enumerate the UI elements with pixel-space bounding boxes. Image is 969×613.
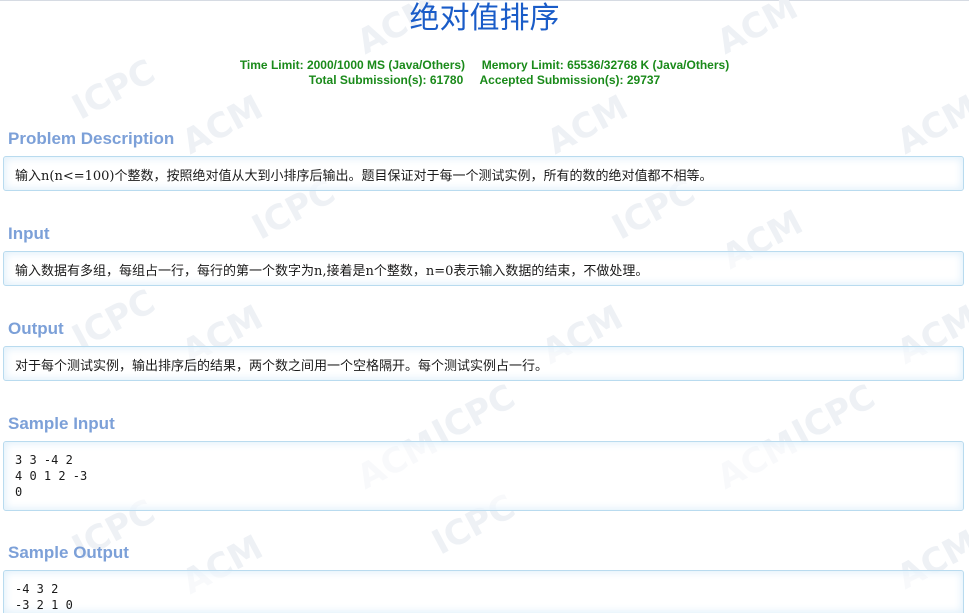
section-heading-input: Input: [8, 224, 50, 243]
watermark-acm: ACM: [175, 87, 270, 163]
output-panel: 对于每个测试实例，输出排序后的结果，两个数之间用一个空格隔开。每个测试实例占一行…: [3, 346, 964, 381]
time-limit-value: 2000/1000 MS (Java/Others): [306, 58, 466, 72]
accepted-submissions-value: 29737: [626, 73, 661, 87]
input-panel: 输入数据有多组，每组占一行，每行的第一个数字为n,接着是n个整数，n=0表示输入…: [3, 251, 964, 286]
description-text: 输入n(n<=100)个整数，按照绝对值从大到小排序后输出。题目保证对于每一个测…: [15, 169, 713, 184]
accepted-submissions-label: Accepted Submission(s):: [479, 73, 624, 87]
sample-output-panel: -4 3 2 -3 2 1 0: [3, 570, 964, 613]
watermark-acm: ACM: [890, 87, 969, 163]
section-heading-description: Problem Description: [8, 129, 175, 148]
total-submissions-label: Total Submission(s):: [308, 73, 427, 87]
memory-limit-value: 65536/32768 K (Java/Others): [567, 58, 730, 72]
input-text: 输入数据有多组，每组占一行，每行的第一个数字为n,接着是n个整数，n=0表示输入…: [15, 264, 649, 279]
problem-limits: Time Limit: 2000/1000 MS (Java/Others) M…: [0, 58, 969, 88]
sample-input-panel: 3 3 -4 2 4 0 1 2 -3 0: [3, 441, 964, 511]
limits-row-1: Time Limit: 2000/1000 MS (Java/Others) M…: [0, 58, 969, 73]
watermark-acm: ACM: [540, 87, 635, 163]
section-heading-sample-input: Sample Input: [8, 414, 115, 433]
problem-title: 绝对值排序: [409, 1, 560, 36]
limits-row-2: Total Submission(s): 61780 Accepted Subm…: [0, 73, 969, 88]
sample-output-code: -4 3 2 -3 2 1 0: [15, 582, 73, 612]
total-submissions-value: 61780: [429, 73, 464, 87]
description-panel: 输入n(n<=100)个整数，按照绝对值从大到小排序后输出。题目保证对于每一个测…: [3, 156, 964, 191]
memory-limit-label: Memory Limit:: [481, 58, 564, 72]
time-limit-label: Time Limit:: [239, 58, 304, 72]
sample-input-code: 3 3 -4 2 4 0 1 2 -3 0: [15, 453, 88, 499]
section-heading-output: Output: [8, 319, 64, 338]
section-heading-sample-output: Sample Output: [8, 543, 129, 562]
output-text: 对于每个测试实例，输出排序后的结果，两个数之间用一个空格隔开。每个测试实例占一行…: [15, 359, 549, 374]
